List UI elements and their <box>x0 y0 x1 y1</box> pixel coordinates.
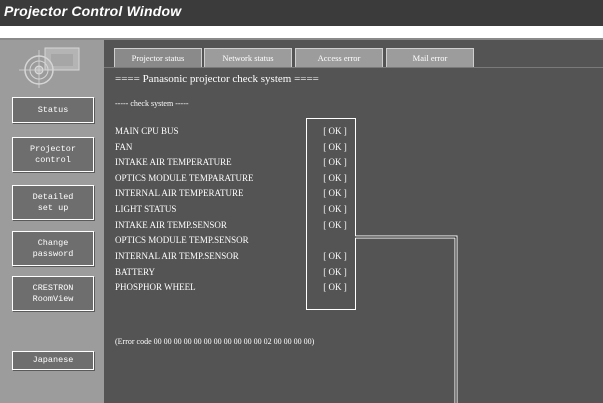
check-label: INTAKE AIR TEMP.SENSOR <box>115 220 227 230</box>
header-stripe <box>0 26 603 38</box>
check-label: MAIN CPU BUS <box>115 126 179 136</box>
nav-status-button[interactable]: Status <box>12 97 94 123</box>
check-label: INTAKE AIR TEMPERATURE <box>115 157 232 167</box>
error-code-text: (Error code 00 00 00 00 00 00 00 00 00 0… <box>115 337 315 346</box>
tab-projector-status[interactable]: Projector status <box>114 48 202 67</box>
check-label: INTERNAL AIR TEMP.SENSOR <box>115 251 239 261</box>
nav-change-password-button[interactable]: Change password <box>12 231 94 266</box>
check-label: OPTICS MODULE TEMPARATURE <box>115 173 254 183</box>
window-title: Projector Control Window <box>4 3 182 19</box>
title-bar: Projector Control Window <box>0 0 603 26</box>
check-label: OPTICS MODULE TEMP.SENSOR <box>115 235 249 245</box>
nav-crestron-roomview-button[interactable]: CRESTRON RoomView <box>12 276 94 311</box>
tab-underline <box>104 67 603 68</box>
section-subheading: ----- check system ----- <box>115 99 189 108</box>
projector-logo-icon <box>19 47 80 88</box>
tab-mail-error[interactable]: Mail error <box>386 48 474 67</box>
check-label: INTERNAL AIR TEMPERATURE <box>115 188 244 198</box>
nav-projector-control-button[interactable]: Projector control <box>12 137 94 172</box>
nav-japanese-button[interactable]: Japanese <box>12 351 94 370</box>
tab-network-status[interactable]: Network status <box>204 48 292 67</box>
page-heading: ==== Panasonic projector check system ==… <box>115 73 319 85</box>
check-label: BATTERY <box>115 267 156 277</box>
sidebar: Status Projector control Detailed set up… <box>0 40 104 403</box>
nav-detailed-setup-button[interactable]: Detailed set up <box>12 185 94 220</box>
check-label: FAN <box>115 142 133 152</box>
result-highlight-box <box>306 118 356 310</box>
check-label: LIGHT STATUS <box>115 204 177 214</box>
check-label: PHOSPHOR WHEEL <box>115 282 196 292</box>
tab-access-error[interactable]: Access error <box>295 48 383 67</box>
